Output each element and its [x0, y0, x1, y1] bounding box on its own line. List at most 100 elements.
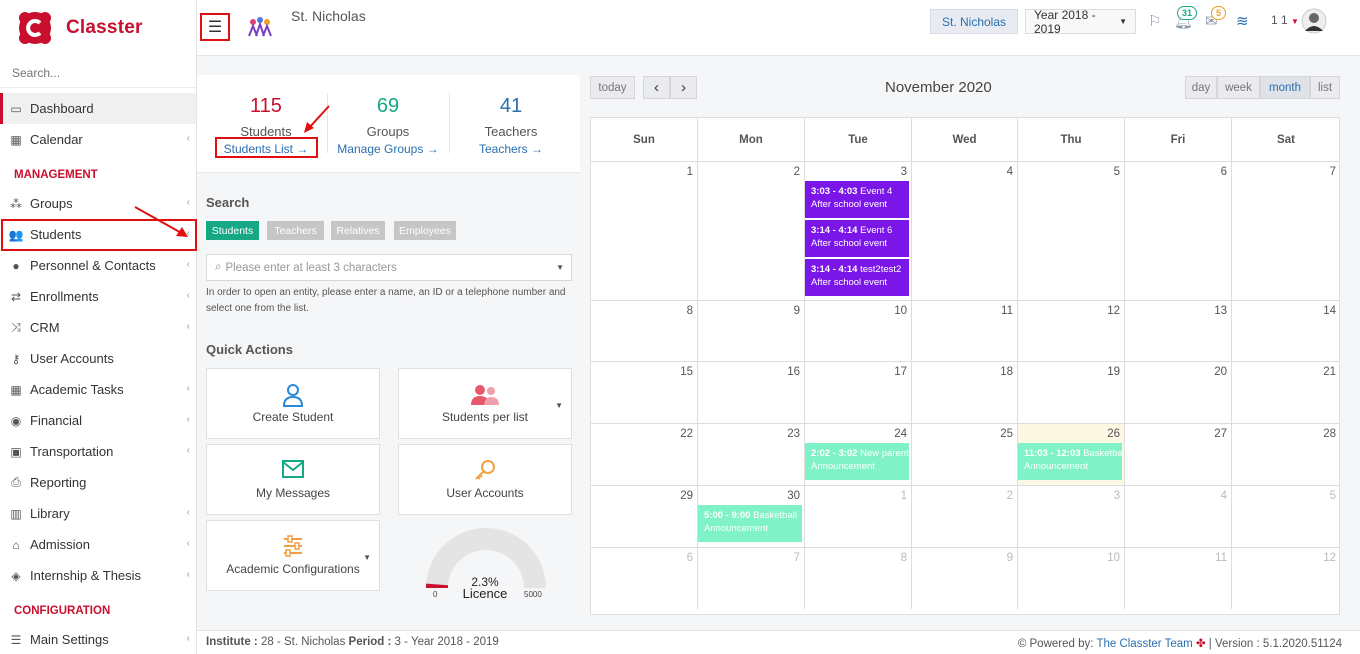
prev-button[interactable]: ‹ — [643, 76, 670, 99]
quick-action-create-student[interactable]: Create Student — [206, 368, 380, 439]
sidebar: Classter ▭ Dashboard ▦ Calendar ‹ MANAGE… — [0, 0, 197, 654]
sidebar-item-transportation[interactable]: ▣ Transportation ‹ — [0, 436, 196, 467]
quick-action-academic-configurations[interactable]: Academic Configurations ▼ — [206, 520, 380, 591]
day-cell[interactable]: 19 — [1018, 361, 1125, 423]
day-cell[interactable]: 14 — [1232, 300, 1340, 361]
sidebar-item-reporting[interactable]: ⎙ Reporting — [0, 467, 196, 498]
sidebar-item-admission[interactable]: ⌂ Admission ‹ — [0, 529, 196, 560]
event-title: Basketball — [753, 510, 797, 521]
day-cell[interactable]: 27 — [1125, 423, 1232, 485]
day-cell[interactable]: 1 — [805, 485, 912, 547]
day-cell[interactable]: 8 — [591, 300, 698, 361]
day-cell[interactable]: 4 — [1125, 485, 1232, 547]
version-text: | Version : 5.1.2020.51124 — [1208, 638, 1342, 650]
day-cell[interactable]: 11 — [912, 300, 1018, 361]
next-button[interactable]: › — [670, 76, 697, 99]
notification-badge: 31 — [1177, 6, 1198, 20]
sidebar-item-financial[interactable]: ◉ Financial ‹ — [0, 405, 196, 436]
year-select[interactable]: Year 2018 - 2019 ▼ — [1025, 8, 1136, 36]
classter-logo-icon — [19, 12, 51, 44]
team-link[interactable]: The Classter Team — [1096, 638, 1192, 650]
day-cell[interactable]: 7 — [698, 547, 805, 609]
day-cell[interactable]: 10 — [1018, 547, 1125, 609]
day-cell[interactable]: 16 — [698, 361, 805, 423]
day-cell[interactable]: 21 — [1232, 361, 1340, 423]
classter-logo[interactable]: Classter — [16, 8, 143, 48]
day-cell[interactable]: 28 — [1232, 423, 1340, 485]
period-value: 3 - Year 2018 - 2019 — [394, 636, 499, 648]
calendar-event[interactable]: 3:14 - 4:14 test2test2 After school event — [805, 259, 909, 296]
sidebar-item-enrollments[interactable]: ⇄ Enrollments ‹ — [0, 281, 196, 312]
view-month-button[interactable]: month — [1260, 76, 1310, 99]
day-cell[interactable]: 12 — [1232, 547, 1340, 609]
day-cell[interactable]: 25 — [912, 423, 1018, 485]
calendar-event[interactable]: 11:03 - 12:03 Basketball Announcement — [1018, 443, 1122, 480]
day-cell[interactable]: 12 — [1018, 300, 1125, 361]
sliders-orange-icon — [207, 535, 379, 559]
sidebar-item-label: Library — [30, 506, 70, 521]
licence-min: 0 — [433, 590, 438, 599]
calendar-event[interactable]: 3:14 - 4:14 Event 6 After school event — [805, 220, 909, 257]
day-cell[interactable]: 1 — [591, 161, 698, 300]
view-day-button[interactable]: day — [1185, 76, 1217, 99]
day-cell[interactable]: 2 — [698, 161, 805, 300]
sidebar-item-personnel[interactable]: ● Personnel & Contacts ‹ — [0, 250, 196, 281]
school-button[interactable]: St. Nicholas — [930, 9, 1018, 34]
entity-search-input[interactable]: ⌕ Please enter at least 3 characters ▼ — [206, 254, 572, 281]
today-button[interactable]: today — [590, 76, 635, 99]
day-cell[interactable]: 22 — [591, 423, 698, 485]
day-cell[interactable]: 10 — [805, 300, 912, 361]
calendar-event[interactable]: 5:00 - 9:00 Basketball Announcement — [698, 505, 802, 542]
day-cell[interactable]: 20 — [1125, 361, 1232, 423]
day-cell[interactable]: 3 — [1018, 485, 1125, 547]
day-cell[interactable]: 7 — [1232, 161, 1340, 300]
sidebar-item-user-accounts[interactable]: ⚷ User Accounts — [0, 343, 196, 374]
tag-teachers[interactable]: Teachers — [267, 221, 324, 240]
day-cell[interactable]: 4 — [912, 161, 1018, 300]
calendar-event[interactable]: 2:02 - 3:02 New parent Announcement — [805, 443, 909, 480]
day-number: 24 — [894, 428, 907, 440]
day-cell[interactable]: 18 — [912, 361, 1018, 423]
day-cell[interactable]: 15 — [591, 361, 698, 423]
sidebar-item-internship[interactable]: ◈ Internship & Thesis ‹ — [0, 560, 196, 591]
day-cell[interactable]: 9 — [698, 300, 805, 361]
day-cell[interactable]: 5 — [1018, 161, 1125, 300]
day-cell[interactable]: 17 — [805, 361, 912, 423]
user-menu[interactable]: 1 1 ▼ — [1271, 13, 1299, 27]
teachers-link[interactable]: Teachers → — [450, 142, 572, 156]
menu-toggle-button[interactable]: ☰ — [200, 13, 230, 41]
day-cell[interactable]: 2 — [912, 485, 1018, 547]
view-list-button[interactable]: list — [1310, 76, 1340, 99]
flag-icon[interactable]: ⚐ — [1148, 12, 1166, 30]
tag-students[interactable]: Students — [206, 221, 259, 240]
avatar[interactable] — [1301, 8, 1327, 34]
sidebar-search-input[interactable] — [12, 66, 184, 80]
day-cell[interactable]: 8 — [805, 547, 912, 609]
sidebar-search[interactable] — [0, 60, 196, 88]
tag-relatives[interactable]: Relatives — [331, 221, 385, 240]
sidebar-item-calendar[interactable]: ▦ Calendar ‹ — [0, 124, 196, 155]
day-cell[interactable]: 6 — [1125, 161, 1232, 300]
day-cell[interactable]: 29 — [591, 485, 698, 547]
event-time: 5:00 - 9:00 — [704, 510, 751, 521]
day-cell[interactable]: 11 — [1125, 547, 1232, 609]
sidebar-item-academic-tasks[interactable]: ▦ Academic Tasks ‹ — [0, 374, 196, 405]
quick-action-my-messages[interactable]: My Messages — [206, 444, 380, 515]
sidebar-item-dashboard[interactable]: ▭ Dashboard — [0, 93, 196, 124]
manage-groups-link[interactable]: Manage Groups → — [327, 142, 449, 156]
calendar-event[interactable]: 3:03 - 4:03 Event 4 After school event — [805, 181, 909, 218]
sidebar-item-crm[interactable]: ⤨ CRM ‹ — [0, 312, 196, 343]
day-cell[interactable]: 9 — [912, 547, 1018, 609]
quick-action-students-per-list[interactable]: Students per list ▼ — [398, 368, 572, 439]
layers-icon[interactable]: ≋ — [1236, 12, 1254, 30]
tag-employees[interactable]: Employees — [394, 221, 456, 240]
sidebar-item-main-settings[interactable]: ☰ Main Settings ‹ — [0, 624, 196, 654]
day-cell[interactable]: 6 — [591, 547, 698, 609]
day-cell[interactable]: 23 — [698, 423, 805, 485]
institute-label: Institute : — [206, 636, 258, 648]
view-week-button[interactable]: week — [1217, 76, 1260, 99]
sidebar-item-library[interactable]: ▥ Library ‹ — [0, 498, 196, 529]
day-cell[interactable]: 5 — [1232, 485, 1340, 547]
quick-action-user-accounts[interactable]: User Accounts — [398, 444, 572, 515]
day-cell[interactable]: 13 — [1125, 300, 1232, 361]
